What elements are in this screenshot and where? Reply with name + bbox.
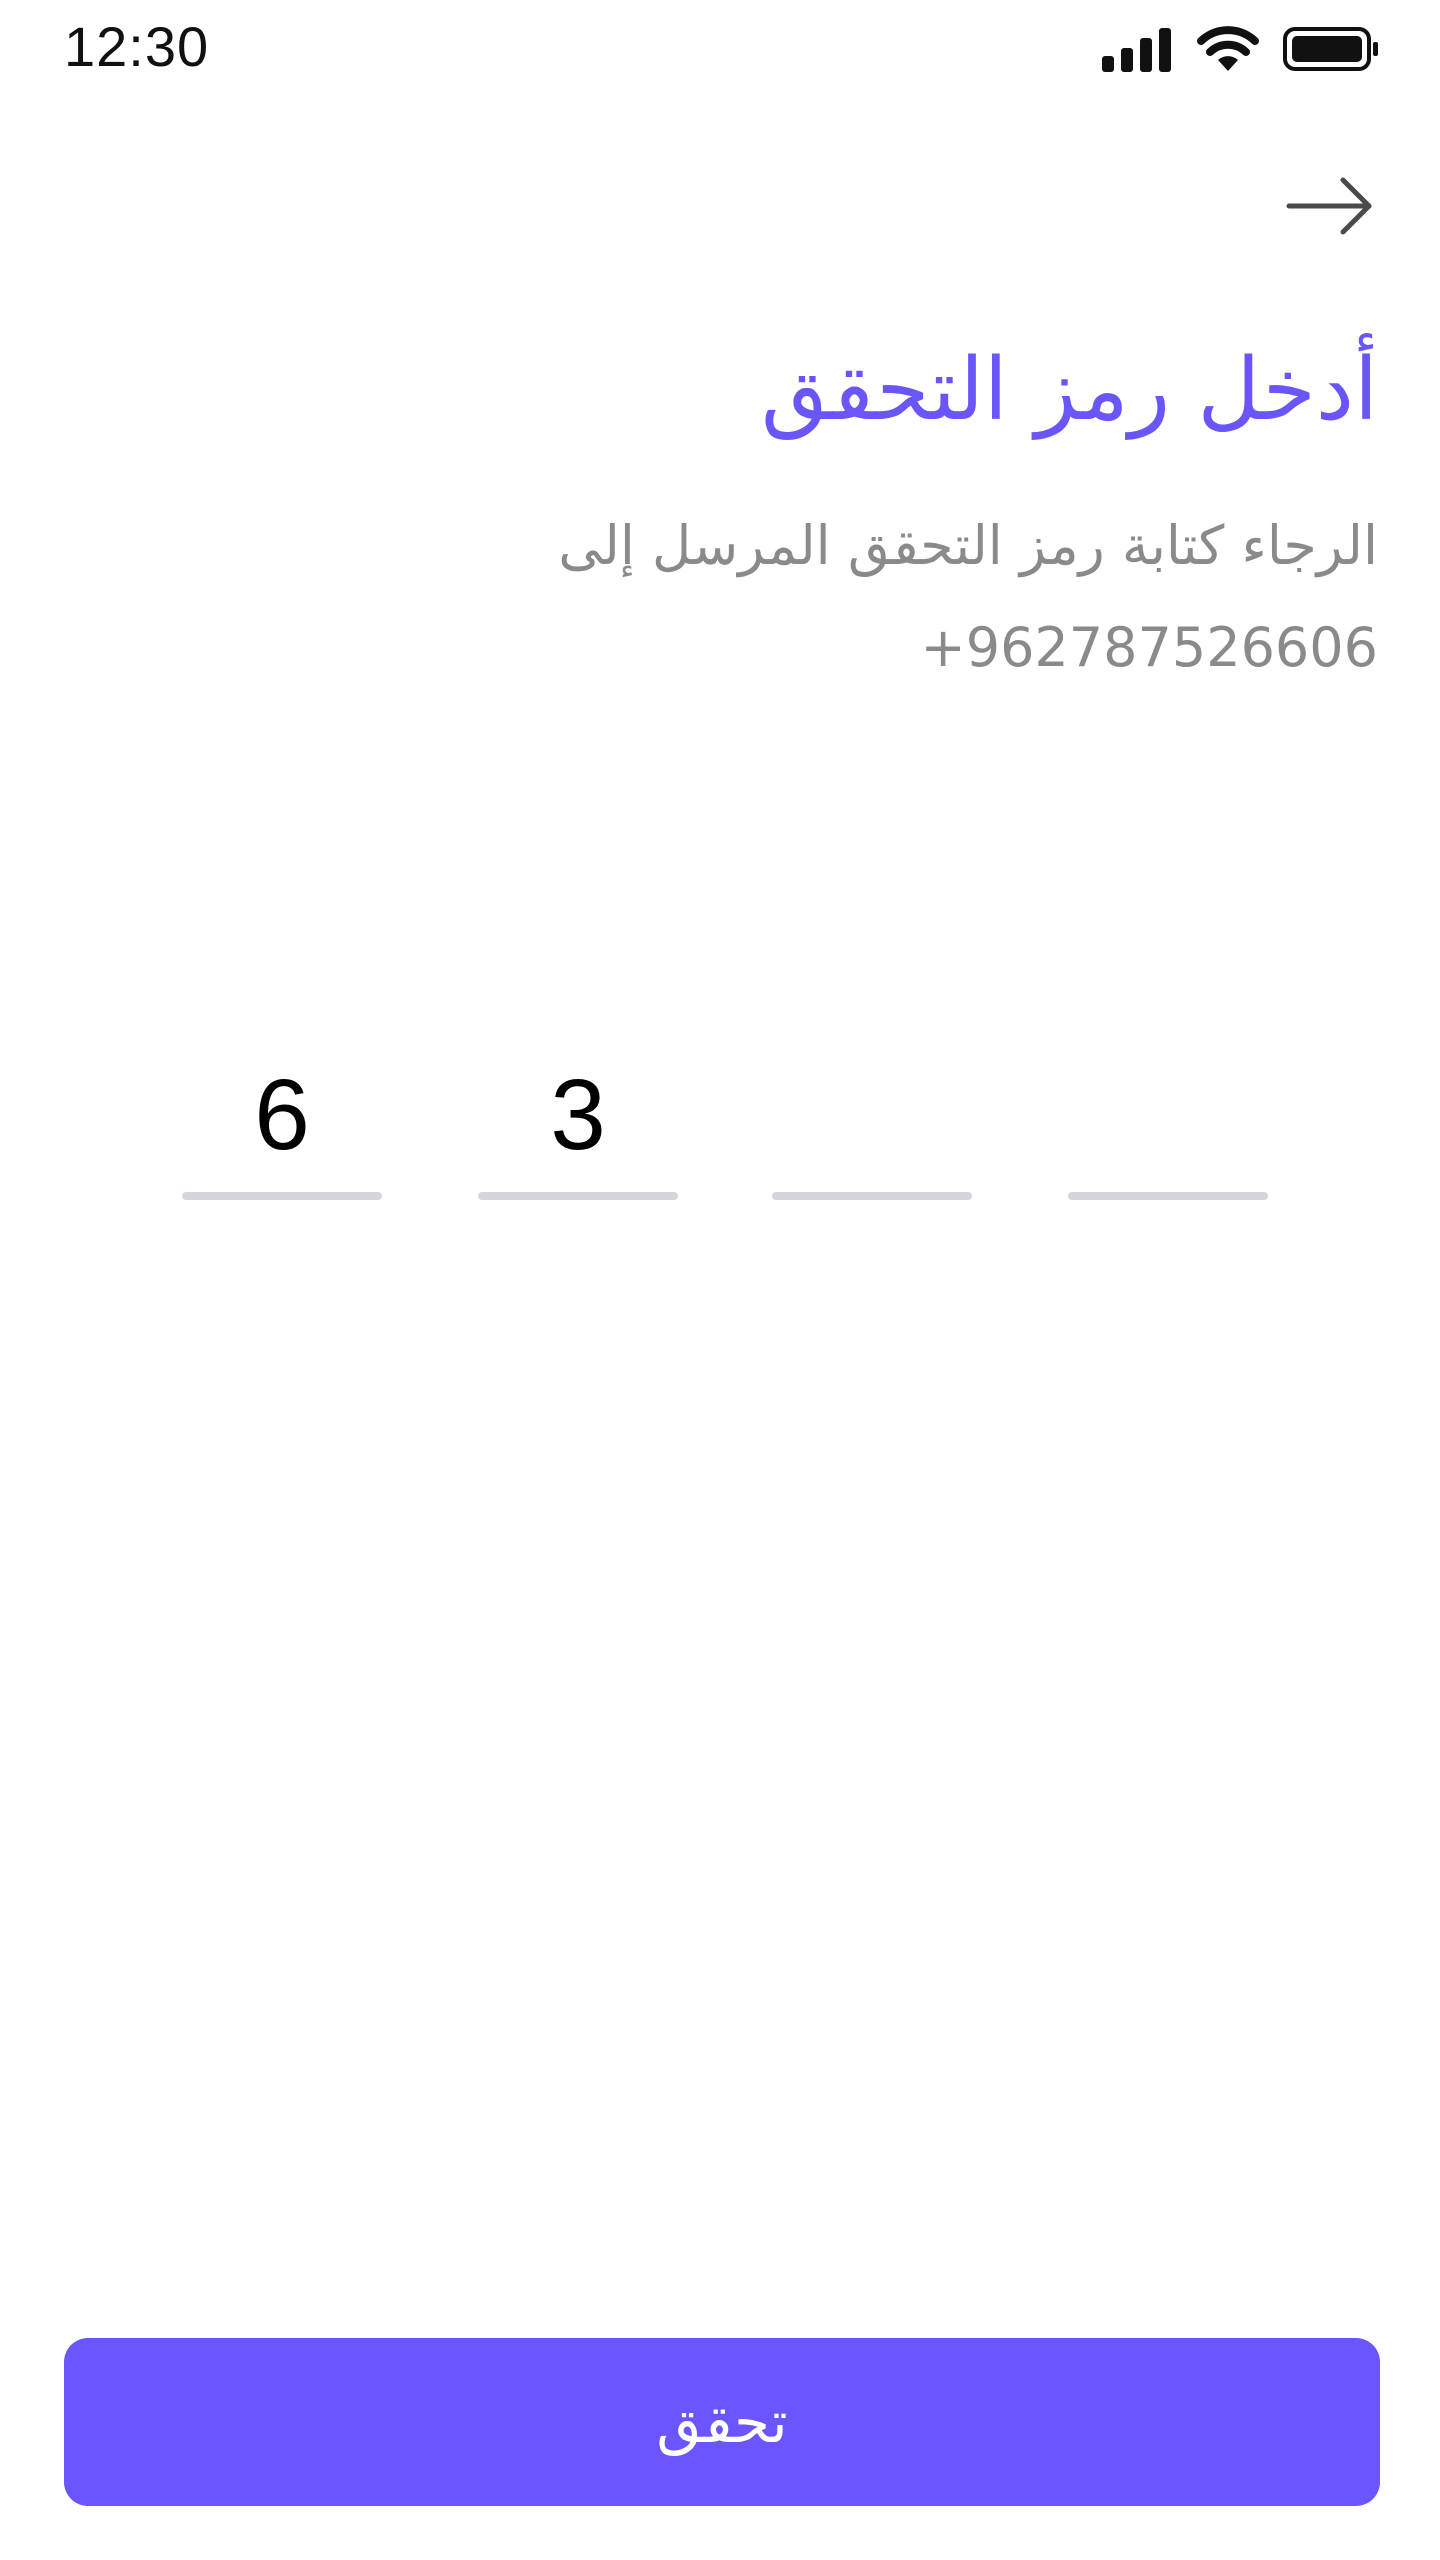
otp-underline bbox=[478, 1192, 678, 1200]
battery-icon bbox=[1282, 25, 1380, 77]
otp-digit-1[interactable]: 6 bbox=[182, 1050, 382, 1200]
otp-digit-value bbox=[772, 1050, 972, 1180]
status-icons bbox=[1102, 26, 1380, 76]
otp-digit-value bbox=[1068, 1050, 1268, 1180]
signal-icon bbox=[1102, 26, 1174, 76]
otp-underline bbox=[1068, 1192, 1268, 1200]
arrow-right-icon bbox=[1285, 174, 1375, 242]
otp-underline bbox=[772, 1192, 972, 1200]
phone-number: +962787526606 bbox=[920, 616, 1378, 679]
wifi-icon bbox=[1196, 25, 1260, 77]
status-time: 12:30 bbox=[64, 15, 210, 78]
page-subtitle: الرجاء كتابة رمز التحقق المرسل إلى bbox=[558, 514, 1378, 577]
page-title: أدخل رمز التحقق bbox=[761, 340, 1378, 440]
otp-underline bbox=[182, 1192, 382, 1200]
otp-digit-4[interactable] bbox=[1068, 1050, 1268, 1200]
otp-digit-2[interactable]: 3 bbox=[478, 1050, 678, 1200]
otp-input-group: 6 3 bbox=[0, 1050, 1440, 1210]
verify-button[interactable]: تحقق bbox=[64, 2338, 1380, 2506]
otp-digit-3[interactable] bbox=[772, 1050, 972, 1200]
back-button[interactable] bbox=[1282, 168, 1378, 248]
status-bar: 12:30 bbox=[0, 0, 1440, 100]
otp-digit-value: 6 bbox=[254, 1059, 310, 1171]
otp-digit-value: 3 bbox=[550, 1059, 606, 1171]
verify-button-label: تحقق bbox=[656, 2388, 788, 2456]
